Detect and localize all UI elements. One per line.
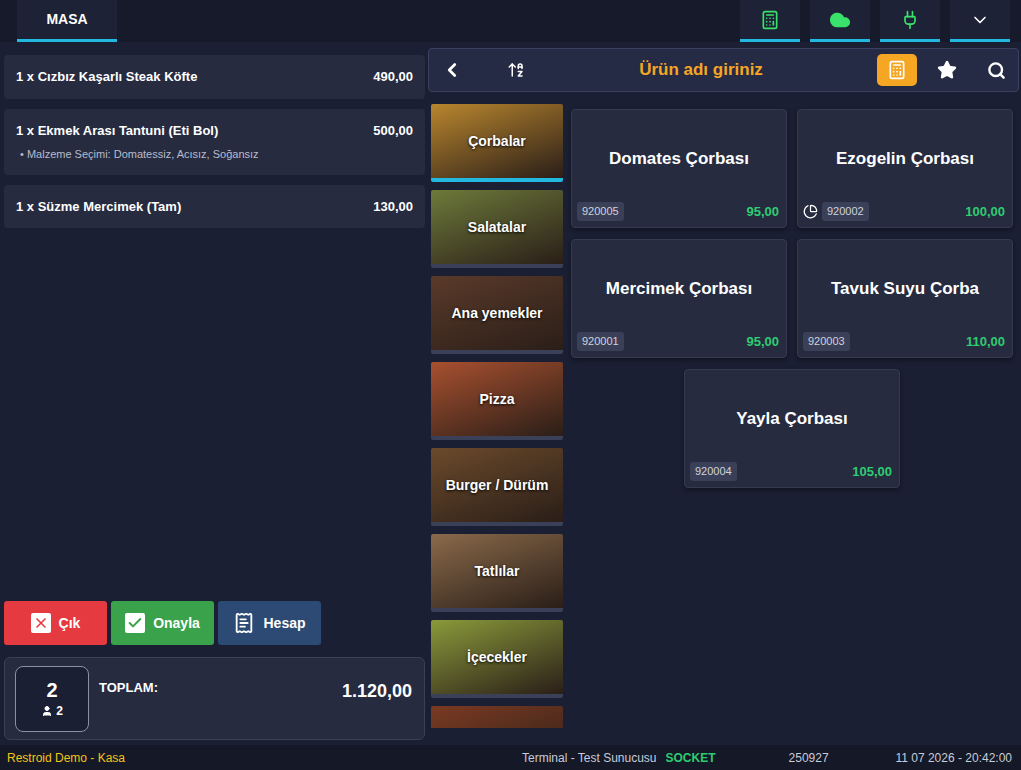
table-badge[interactable]: 22 (15, 666, 89, 732)
order-quantity: 1 x (16, 69, 34, 84)
product-code: 920005 (577, 202, 624, 221)
category-label: Tatlılar (475, 561, 520, 582)
top-action-button[interactable] (810, 0, 870, 42)
action-buttons: ÇıkOnaylaHesap (4, 601, 425, 645)
product-price: 100,00 (965, 202, 1007, 222)
category-tile[interactable]: Salatalar (431, 190, 563, 268)
category-tile[interactable] (431, 706, 563, 728)
guest-icon (41, 705, 53, 717)
category-label: Çorbalar (468, 131, 526, 152)
star-icon[interactable] (937, 60, 957, 80)
product-grid: Domates Çorbası920005 95,00 Ezogelin Çorba… (571, 104, 1013, 728)
order-row[interactable]: 1 x Cızbız Kaşarlı Steak Köfte 490,00 (4, 55, 425, 99)
top-action-button[interactable] (950, 0, 1010, 42)
calculator-icon (887, 60, 907, 80)
plug-icon (900, 10, 920, 30)
receipt-icon (233, 612, 255, 634)
order-name: Ekmek Arası Tantuni (Eti Bol) (38, 123, 219, 138)
product-card[interactable]: Tavuk Suyu Çorba920003 110,00 (797, 239, 1013, 358)
category-tile[interactable]: İçecekler (431, 620, 563, 698)
datetime: 11 07 2026 - 20:42:00 (895, 749, 1014, 767)
category-tile[interactable]: Tatlılar (431, 534, 563, 612)
product-price: 110,00 (966, 332, 1007, 352)
product-price: 95,00 (746, 332, 781, 352)
order-list: 1 x Cızbız Kaşarlı Steak Köfte490,001 x … (4, 55, 425, 228)
category-label: İçecekler (467, 647, 527, 668)
product-card[interactable]: Domates Çorbası920005 95,00 (571, 109, 787, 228)
calculator-icon (760, 10, 780, 30)
app-name: Restroid Demo - Kasa (7, 749, 522, 767)
product-code: 920004 (690, 462, 737, 481)
category-tile[interactable]: Burger / Dürüm (431, 448, 563, 526)
guest-count: 2 (56, 702, 63, 720)
category-label: Pizza (479, 389, 514, 410)
close-icon (31, 613, 51, 633)
back-icon[interactable] (441, 59, 469, 81)
total-label: TOPLAM: (99, 678, 158, 698)
product-card[interactable]: Mercimek Çorbası920001 95,00 (571, 239, 787, 358)
confirm-button[interactable]: Onayla (111, 601, 214, 645)
product-code: 920003 (803, 332, 850, 351)
category-label: Salatalar (468, 217, 526, 238)
terminal-id: 250927 (789, 749, 829, 767)
order-row[interactable]: 1 x Ekmek Arası Tantuni (Eti Bol) 500,00 •… (4, 109, 425, 175)
order-name: Süzme Mercimek (Tam) (38, 199, 182, 214)
top-action-button[interactable] (880, 0, 940, 42)
table-number: 2 (46, 678, 57, 702)
chevron-down-icon (970, 10, 990, 30)
search-icon[interactable] (987, 61, 1006, 80)
category-tile[interactable]: Ana yemekler (431, 276, 563, 354)
product-card[interactable]: Ezogelin Çorbası920002 100,00 (797, 109, 1013, 228)
calculator-button[interactable] (877, 54, 917, 86)
top-bar: MASA (0, 0, 1021, 42)
status-bar: Restroid Demo - KasaTerminal - Test Sunu… (0, 745, 1021, 770)
cancel-button[interactable]: Çık (4, 601, 107, 645)
product-code: 920002 (822, 202, 869, 221)
product-name: Ezogelin Çorbası (803, 110, 1007, 202)
check-icon (125, 613, 145, 633)
connection-status: SOCKET (666, 749, 716, 767)
order-quantity: 1 x (16, 123, 34, 138)
product-price: 95,00 (746, 202, 781, 222)
category-tile[interactable]: Çorbalar (431, 104, 563, 182)
order-price: 500,00 (373, 121, 413, 141)
product-name: Tavuk Suyu Çorba (803, 240, 1007, 332)
top-action-button[interactable] (740, 0, 800, 42)
product-name: Domates Çorbası (577, 110, 781, 202)
search-input[interactable]: Ürün adı giriniz (525, 57, 877, 83)
product-name: Mercimek Çorbası (577, 240, 781, 332)
order-panel: 1 x Cızbız Kaşarlı Steak Köfte490,001 x … (0, 42, 428, 745)
product-code: 920001 (577, 332, 624, 351)
cloud-icon (829, 9, 851, 31)
category-list: Çorbalar Salatalar Ana yemekler Pizza Burger… (431, 104, 563, 728)
search-bar: Ürün adı giriniz (428, 48, 1019, 92)
total-amount: 1.120,00 (342, 678, 414, 705)
product-name: Yayla Çorbası (690, 370, 894, 462)
portion-icon (803, 204, 818, 219)
pos-screen: MASA 1 x Cızbız Kaşarlı Steak Köfte 490,00… (0, 0, 1021, 770)
order-quantity: 1 x (16, 199, 34, 214)
product-price: 105,00 (852, 462, 894, 482)
order-price: 490,00 (373, 67, 413, 87)
order-option: • Malzeme Seçimi: Domatessiz, Acısız, So… (16, 146, 413, 163)
category-label: Ana yemekler (451, 303, 542, 324)
bill-button[interactable]: Hesap (218, 601, 321, 645)
product-card[interactable]: Yayla Çorbası920004 105,00 (684, 369, 900, 488)
masa-tab[interactable]: MASA (17, 0, 117, 42)
menu-panel: Ürün adı giriniz Çorbalar Salatalar Ana yem… (428, 42, 1021, 745)
order-price: 130,00 (373, 197, 413, 217)
sort-az-icon[interactable] (507, 61, 525, 79)
terminal-name: Terminal - Test Sunucusu (522, 749, 657, 767)
total-box: 22 TOPLAM: 1.120,00 (4, 657, 425, 740)
order-row[interactable]: 1 x Süzme Mercimek (Tam) 130,00 (4, 185, 425, 229)
category-label: Burger / Dürüm (446, 475, 549, 496)
order-name: Cızbız Kaşarlı Steak Köfte (38, 69, 198, 84)
category-tile[interactable]: Pizza (431, 362, 563, 440)
